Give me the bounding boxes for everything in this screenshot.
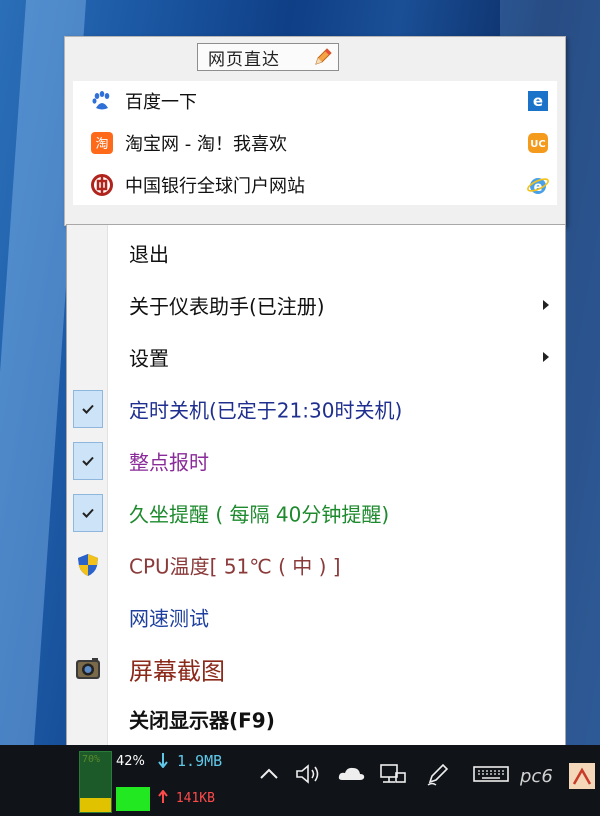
quick-links-panel: 网页直达 百度一下 e 淘 淘宝网 - 淘！我喜欢 UC 中国银行全球门户网站 … [64, 36, 566, 226]
bank-of-china-icon [91, 174, 113, 196]
checkmark-icon [73, 442, 103, 480]
context-menu: 退出 关于仪表助手(已注册) 设置 定时关机(已定于21:30时关机) 整点报时… [66, 224, 566, 746]
menu-item-label: 关闭显示器(F9) [129, 708, 275, 733]
memory-bar [116, 787, 150, 811]
upload-speed: 141KB [158, 789, 215, 806]
menu-item-sitting-reminder[interactable]: 久坐提醒 ( 每隔 40分钟提醒) [67, 487, 565, 539]
quick-link-taobao[interactable]: 淘 淘宝网 - 淘！我喜欢 UC [73, 123, 557, 163]
menu-item-label: 网速测试 [129, 606, 209, 631]
chevron-up-icon[interactable] [258, 760, 280, 788]
pen-icon[interactable] [424, 760, 452, 788]
quick-link-baidu[interactable]: 百度一下 e [73, 81, 557, 121]
app-tray-icon[interactable] [568, 762, 596, 790]
svg-text:淘: 淘 [95, 137, 108, 152]
cpu-meter-fill [80, 798, 111, 812]
watermark-logo: pc6 [520, 766, 553, 787]
menu-item-label: 定时关机(已定于21:30时关机) [129, 398, 403, 423]
download-speed: 1.9MB [158, 752, 222, 770]
menu-item-turn-off-monitor[interactable]: 关闭显示器(F9) [67, 693, 565, 745]
menu-item-label: CPU温度[ 51℃ ( 中 ) ] [129, 554, 341, 579]
quick-links-title: 网页直达 [208, 49, 280, 70]
checkmark-icon [73, 494, 103, 532]
uc-browser-icon: UC [528, 133, 548, 153]
quick-links-title-button[interactable]: 网页直达 [197, 43, 339, 71]
menu-item-label: 屏幕截图 [129, 657, 225, 686]
ie-icon: e [527, 178, 549, 195]
menu-item-label: 久坐提醒 ( 每隔 40分钟提醒) [129, 502, 390, 527]
volume-icon[interactable] [294, 760, 324, 788]
menu-item-label: 整点报时 [129, 450, 209, 475]
keyboard-icon[interactable] [472, 760, 512, 788]
menu-item-settings[interactable]: 设置 [67, 331, 565, 383]
arrow-down-icon [158, 753, 168, 769]
quick-link-boc[interactable]: 中国银行全球门户网站 e [73, 165, 557, 205]
edge-icon: e [528, 91, 548, 111]
checkmark-icon [73, 390, 103, 428]
svg-text:e: e [533, 92, 543, 110]
menu-item-scheduled-shutdown[interactable]: 定时关机(已定于21:30时关机) [67, 383, 565, 435]
menu-item-cpu-temperature[interactable]: CPU温度[ 51℃ ( 中 ) ] [67, 539, 565, 591]
onedrive-cloud-icon[interactable] [336, 760, 368, 788]
menu-item-exit[interactable]: 退出 [67, 227, 565, 279]
memory-percent: 42% [116, 754, 145, 769]
upload-speed-value: 141KB [175, 791, 215, 806]
pencil-icon [315, 48, 332, 65]
arrow-up-icon [158, 789, 168, 803]
menu-item-screenshot[interactable]: 屏幕截图 [67, 643, 565, 695]
quick-link-label: 中国银行全球门户网站 [125, 176, 305, 197]
cpu-meter-text: 70% [82, 754, 101, 765]
quick-links-list: 百度一下 e 淘 淘宝网 - 淘！我喜欢 UC 中国银行全球门户网站 e [73, 81, 557, 205]
cpu-meter[interactable]: 70% [79, 751, 112, 813]
menu-item-label: 设置 [129, 346, 169, 371]
baidu-paw-icon [92, 91, 110, 110]
menu-item-label: 关于仪表助手(已注册) [129, 294, 325, 319]
svg-text:UC: UC [530, 139, 545, 150]
network-icon[interactable] [378, 760, 408, 788]
menu-item-speed-test[interactable]: 网速测试 [67, 591, 565, 643]
menu-item-about[interactable]: 关于仪表助手(已注册) [67, 279, 565, 331]
shield-icon [78, 554, 98, 576]
menu-item-label: 退出 [129, 242, 169, 267]
submenu-arrow-icon [543, 352, 549, 362]
download-speed-value: 1.9MB [177, 752, 223, 770]
menu-item-hourly-chime[interactable]: 整点报时 [67, 435, 565, 487]
quick-link-label: 百度一下 [125, 92, 197, 113]
submenu-arrow-icon [543, 300, 549, 310]
taobao-icon: 淘 [91, 132, 113, 154]
quick-link-label: 淘宝网 - 淘！我喜欢 [125, 134, 287, 155]
camera-icon [76, 658, 100, 679]
